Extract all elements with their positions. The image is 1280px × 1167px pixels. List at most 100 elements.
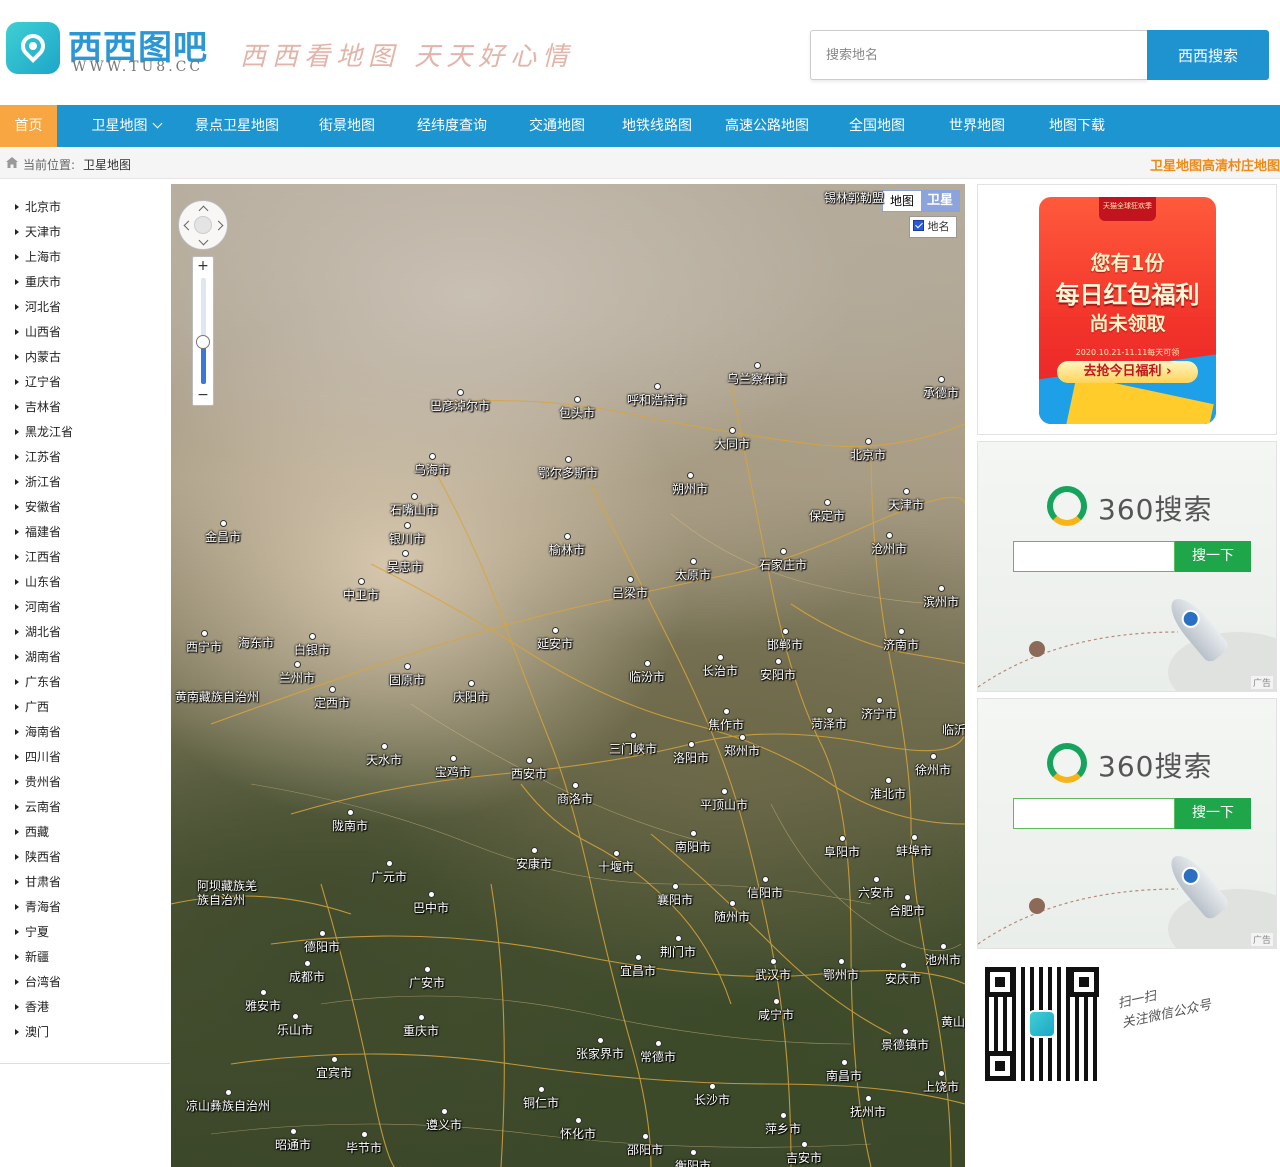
city-label[interactable]: 包头市	[559, 396, 595, 421]
city-label[interactable]: 菏泽市	[811, 707, 847, 732]
city-label[interactable]: 庆阳市	[453, 680, 489, 705]
ad-360-button[interactable]: 搜一下	[1175, 798, 1251, 829]
city-label[interactable]: 银川市	[389, 522, 425, 547]
city-label[interactable]: 咸宁市	[758, 998, 794, 1023]
city-label[interactable]: 淮北市	[870, 777, 906, 802]
city-label[interactable]: 景德镇市	[881, 1028, 929, 1053]
province-link[interactable]: 北京市	[0, 195, 170, 220]
city-label[interactable]: 吴忠市	[387, 550, 423, 575]
city-label[interactable]: 鄂尔多斯市	[538, 456, 598, 481]
city-label[interactable]: 焦作市	[708, 708, 744, 733]
nav-street-view[interactable]: 街景地图	[307, 105, 387, 147]
city-label[interactable]: 沧州市	[871, 532, 907, 557]
city-label[interactable]: 黄南藏族自治州	[175, 688, 259, 705]
province-link[interactable]: 澳门	[0, 1020, 170, 1045]
city-label[interactable]: 郑州市	[724, 734, 760, 759]
city-label[interactable]: 石嘴山市	[390, 493, 438, 518]
city-label[interactable]: 邯郸市	[767, 628, 803, 653]
province-link[interactable]: 贵州省	[0, 770, 170, 795]
province-link[interactable]: 河北省	[0, 295, 170, 320]
city-label[interactable]: 安康市	[516, 847, 552, 872]
zoom-out-button[interactable]: −	[193, 387, 213, 405]
city-label[interactable]: 兰州市	[279, 661, 315, 686]
city-label[interactable]: 毕节市	[346, 1131, 382, 1156]
city-label[interactable]: 临沂	[942, 721, 965, 738]
province-link[interactable]: 河南省	[0, 595, 170, 620]
breadcrumb-current[interactable]: 卫星地图	[83, 156, 131, 173]
city-label[interactable]: 合肥市	[889, 894, 925, 919]
city-label[interactable]: 济宁市	[861, 697, 897, 722]
city-label[interactable]: 铜仁市	[523, 1086, 559, 1111]
nav-latlng-query[interactable]: 经纬度查询	[406, 105, 498, 147]
city-label[interactable]: 乐山市	[277, 1013, 313, 1038]
city-label[interactable]: 榆林市	[549, 533, 585, 558]
city-label[interactable]: 长治市	[702, 654, 738, 679]
city-label[interactable]: 衡阳市	[675, 1149, 711, 1167]
province-link[interactable]: 四川省	[0, 745, 170, 770]
city-label[interactable]: 黄山	[941, 1013, 965, 1030]
city-label[interactable]: 阜阳市	[824, 835, 860, 860]
city-label[interactable]: 宜宾市	[316, 1056, 352, 1081]
province-link[interactable]: 广东省	[0, 670, 170, 695]
city-label[interactable]: 上饶市	[923, 1070, 959, 1095]
province-link[interactable]: 青海省	[0, 895, 170, 920]
city-label[interactable]: 洛阳市	[673, 741, 709, 766]
satellite-map[interactable]: + − 地图 卫星 地名 锡林郭勒盟 乌兰察布市 承德市 巴彦淖尔市 包头市 呼和浩特市大…	[171, 184, 965, 1167]
city-label[interactable]: 保定市	[809, 499, 845, 524]
province-link[interactable]: 重庆市	[0, 270, 170, 295]
city-label[interactable]: 抚州市	[850, 1095, 886, 1120]
province-link[interactable]: 陕西省	[0, 845, 170, 870]
pan-down-icon[interactable]	[198, 235, 209, 246]
nav-map-download[interactable]: 地图下载	[1037, 105, 1117, 147]
map-pan-control[interactable]	[178, 200, 228, 250]
nav-scenic-satellite[interactable]: 景点卫星地图	[186, 105, 288, 147]
province-link[interactable]: 宁夏	[0, 920, 170, 945]
city-label[interactable]: 天水市	[366, 743, 402, 768]
province-link[interactable]: 黑龙江省	[0, 420, 170, 445]
province-link[interactable]: 江苏省	[0, 445, 170, 470]
city-label[interactable]: 襄阳市	[657, 883, 693, 908]
province-link[interactable]: 吉林省	[0, 395, 170, 420]
city-label[interactable]: 石家庄市	[759, 548, 807, 573]
province-link[interactable]: 西藏	[0, 820, 170, 845]
nav-subway-map[interactable]: 地铁线路图	[612, 105, 702, 147]
city-label[interactable]: 邵阳市	[627, 1133, 663, 1158]
pan-left-icon[interactable]	[183, 220, 194, 231]
city-label[interactable]: 荆门市	[660, 935, 696, 960]
province-link[interactable]: 海南省	[0, 720, 170, 745]
search-button[interactable]: 西西搜索	[1147, 30, 1269, 80]
city-label[interactable]: 南昌市	[826, 1059, 862, 1084]
city-label[interactable]: 中卫市	[343, 578, 379, 603]
nav-highway-map[interactable]: 高速公路地图	[716, 105, 818, 147]
map-labels-toggle[interactable]: 地名	[909, 216, 957, 238]
city-label[interactable]: 昭通市	[275, 1128, 311, 1153]
city-label[interactable]: 锡林郭勒盟	[824, 189, 884, 206]
city-label[interactable]: 定西市	[314, 686, 350, 711]
city-label[interactable]: 广元市	[371, 860, 407, 885]
province-link[interactable]: 新疆	[0, 945, 170, 970]
pan-right-icon[interactable]	[213, 220, 224, 231]
redpacket-card[interactable]: 天猫全球狂欢季 您有1份 每日红包福利 尚未领取 2020.10.21-11.1…	[1039, 197, 1216, 424]
breadcrumb-right-link[interactable]: 卫星地图高清村庄地图	[1150, 155, 1280, 174]
city-label[interactable]: 西宁市	[186, 630, 222, 655]
city-label[interactable]: 蚌埠市	[896, 834, 932, 859]
city-label[interactable]: 凉山彝族自治州	[186, 1089, 270, 1114]
province-link[interactable]: 山东省	[0, 570, 170, 595]
city-label[interactable]: 固原市	[389, 663, 425, 688]
province-link[interactable]: 台湾省	[0, 970, 170, 995]
city-label[interactable]: 六安市	[858, 876, 894, 901]
city-label[interactable]: 平顶山市	[700, 788, 748, 813]
city-label[interactable]: 商洛市	[557, 782, 593, 807]
city-label[interactable]: 西安市	[511, 757, 547, 782]
city-label[interactable]: 太原市	[675, 558, 711, 583]
city-label[interactable]: 三门峡市	[609, 732, 657, 757]
province-link[interactable]: 湖南省	[0, 645, 170, 670]
ad-360-search[interactable]: 360搜索 搜一下 广告	[977, 441, 1277, 692]
city-label[interactable]: 白银市	[294, 633, 330, 658]
city-label[interactable]: 北京市	[850, 438, 886, 463]
zoom-track[interactable]	[201, 278, 206, 384]
nav-traffic-map[interactable]: 交通地图	[518, 105, 596, 147]
ad-cta-button[interactable]: 去抢今日福利 ›	[1057, 361, 1198, 383]
city-label[interactable]: 随州市	[714, 900, 750, 925]
city-label[interactable]: 金昌市	[205, 520, 241, 545]
